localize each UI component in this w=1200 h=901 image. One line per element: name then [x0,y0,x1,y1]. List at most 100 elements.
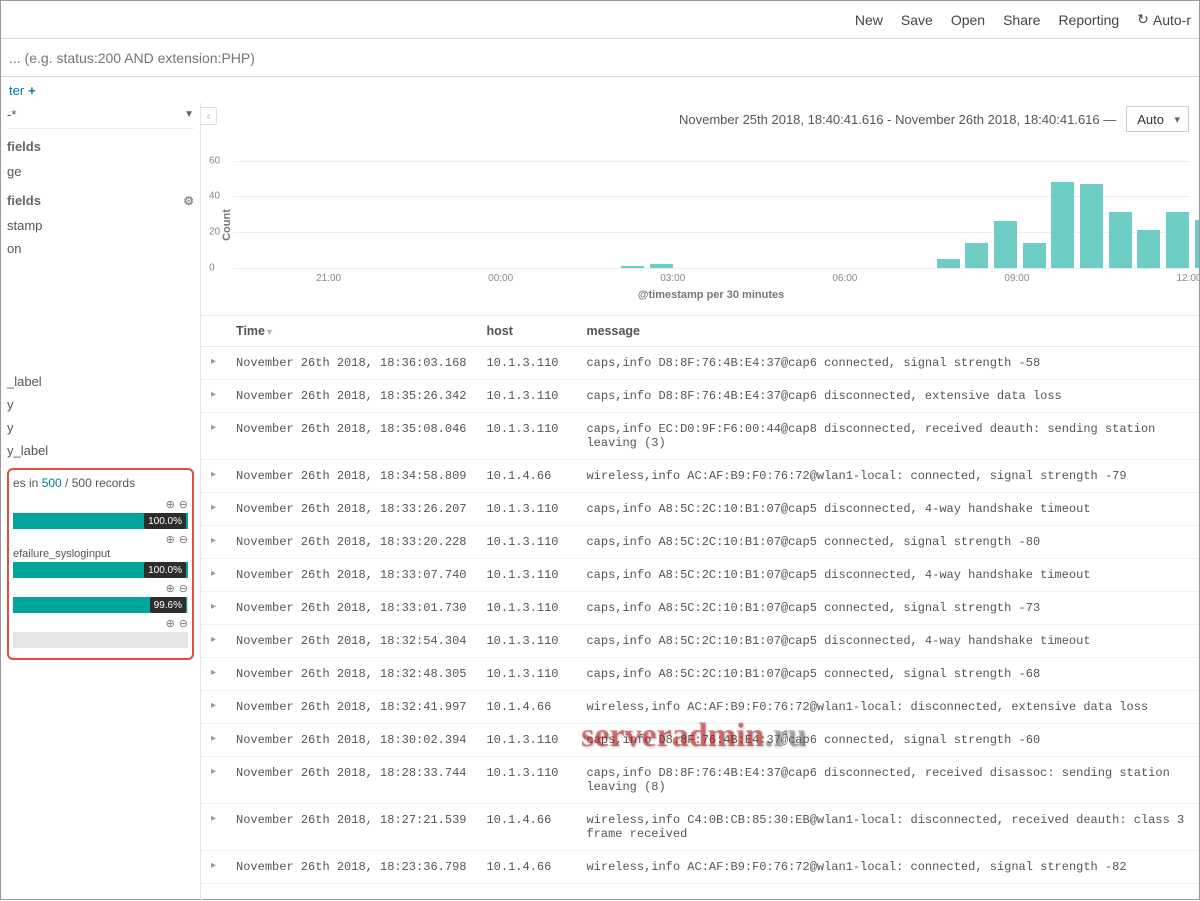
table-row[interactable]: ▸November 26th 2018, 18:35:08.04610.1.3.… [201,413,1199,460]
table-row[interactable]: ▸November 26th 2018, 18:28:33.74410.1.3.… [201,757,1199,804]
chart-bar[interactable] [1051,182,1074,268]
interval-select[interactable]: Auto [1126,106,1189,132]
expand-row-icon[interactable]: ▸ [201,526,226,559]
xtick: 03:00 [660,273,685,284]
field-item[interactable]: y [7,416,194,439]
facet-bar: 100.0% [13,513,188,529]
auto-refresh-button[interactable]: ↻ Auto-r [1137,11,1191,28]
chart-bar[interactable] [1080,184,1103,268]
expand-row-icon[interactable]: ▸ [201,380,226,413]
expand-row-icon[interactable]: ▸ [201,658,226,691]
zoom-in-icon[interactable]: ⊕ [166,617,175,630]
zoom-out-icon[interactable]: ⊖ [179,582,188,595]
expand-row-icon[interactable]: ▸ [201,460,226,493]
zoom-out-icon[interactable]: ⊖ [179,498,188,511]
table-row[interactable]: ▸November 26th 2018, 18:35:26.34210.1.3.… [201,380,1199,413]
expand-row-icon[interactable]: ▸ [201,724,226,757]
cell-message: caps,info D8:8F:76:4B:E4:37@cap6 disconn… [576,380,1199,413]
cell-host: 10.1.3.110 [476,724,576,757]
chart-bar[interactable] [1166,212,1189,268]
facet-row[interactable]: ⊕ ⊖ 100.0% [13,498,188,529]
cell-message: wireless,info AC:AF:B9:F0:76:72@wlan1-lo… [576,851,1199,884]
ytick: 40 [209,191,220,202]
expand-row-icon[interactable]: ▸ [201,493,226,526]
table-row[interactable]: ▸November 26th 2018, 18:33:26.20710.1.3.… [201,493,1199,526]
main-panel: ‹ November 25th 2018, 18:40:41.616 - Nov… [201,103,1199,901]
nav-share[interactable]: Share [1003,12,1040,28]
table-row[interactable]: ▸November 26th 2018, 18:32:54.30410.1.3.… [201,625,1199,658]
field-stats-box: es in 500 / 500 records ⊕⊖100.0%⊕⊖efailu… [7,468,194,660]
nav-reporting[interactable]: Reporting [1058,12,1119,28]
zoom-in-icon[interactable]: ⊕ [166,582,175,595]
sidebar: -* ▼ fields ge fields ⚙ stamp on _label … [1,103,201,901]
cell-time: November 26th 2018, 18:36:03.168 [226,347,476,380]
expand-row-icon[interactable]: ▸ [201,691,226,724]
nav-open[interactable]: Open [951,12,985,28]
chart-bar[interactable] [1195,220,1199,268]
xtick: 00:00 [488,273,513,284]
filter-label: ter [9,83,24,98]
chart-bar[interactable] [994,221,1017,268]
cell-time: November 26th 2018, 18:28:33.744 [226,757,476,804]
expand-row-icon[interactable]: ▸ [201,757,226,804]
table-row[interactable]: ▸November 26th 2018, 18:23:36.79810.1.4.… [201,851,1199,884]
field-item[interactable]: y_label [7,439,194,462]
nav-save[interactable]: Save [901,12,933,28]
chart-bar[interactable] [1023,243,1046,268]
chart-bar[interactable] [1109,212,1132,268]
expand-row-icon[interactable]: ▸ [201,804,226,851]
table-row[interactable]: ▸November 26th 2018, 18:27:21.53910.1.4.… [201,804,1199,851]
search-input[interactable] [9,50,1191,66]
index-pattern-select[interactable]: -* [7,107,16,122]
zoom-in-icon[interactable]: ⊕ [166,498,175,511]
chart-bar[interactable] [621,266,644,268]
histogram[interactable]: Count 0204060 21:0000:0003:0006:0009:001… [201,135,1199,315]
results-table[interactable]: Time▾ host message ▸November 26th 2018, … [201,315,1199,901]
cell-time: November 26th 2018, 18:34:58.809 [226,460,476,493]
zoom-out-icon[interactable]: ⊖ [179,617,188,630]
cell-host: 10.1.3.110 [476,493,576,526]
table-row[interactable]: ▸November 26th 2018, 18:36:03.16810.1.3.… [201,347,1199,380]
chart-bar[interactable] [965,243,988,268]
zoom-out-icon[interactable]: ⊖ [179,533,188,546]
facet-row[interactable]: ⊕⊖ [13,617,188,648]
facet-row[interactable]: ⊕⊖99.6% [13,582,188,613]
collapse-sidebar-button[interactable]: ‹ [201,107,217,125]
field-item[interactable]: y [7,393,194,416]
field-item[interactable]: _label [7,370,194,393]
cell-time: November 26th 2018, 18:23:36.798 [226,851,476,884]
cell-message: caps,info D8:8F:76:4B:E4:37@cap6 connect… [576,724,1199,757]
expand-row-icon[interactable]: ▸ [201,592,226,625]
field-item[interactable]: ge [7,160,194,183]
expand-row-icon[interactable]: ▸ [201,625,226,658]
chart-xlabel: @timestamp per 30 minutes [233,289,1189,301]
gear-icon[interactable]: ⚙ [183,194,194,208]
chart-bar[interactable] [937,259,960,268]
col-host[interactable]: host [476,316,576,347]
expand-row-icon[interactable]: ▸ [201,851,226,884]
nav-new[interactable]: New [855,12,883,28]
expand-row-icon[interactable]: ▸ [201,347,226,380]
table-row[interactable]: ▸November 26th 2018, 18:34:58.80910.1.4.… [201,460,1199,493]
field-item[interactable]: stamp [7,214,194,237]
chart-bar[interactable] [650,264,673,268]
facet-row[interactable]: ⊕⊖efailure_sysloginput100.0% [13,533,188,578]
facet-pct: 100.0% [144,562,186,578]
expand-row-icon[interactable]: ▸ [201,559,226,592]
zoom-in-icon[interactable]: ⊕ [166,533,175,546]
table-row[interactable]: ▸November 26th 2018, 18:32:48.30510.1.3.… [201,658,1199,691]
table-row[interactable]: ▸November 26th 2018, 18:32:41.99710.1.4.… [201,691,1199,724]
table-row[interactable]: ▸November 26th 2018, 18:33:07.74010.1.3.… [201,559,1199,592]
add-filter-button[interactable]: + [28,83,36,98]
field-item[interactable]: on [7,237,194,260]
col-time[interactable]: Time▾ [226,316,476,347]
cell-message: caps,info EC:D0:9F:F6:00:44@cap8 disconn… [576,413,1199,460]
table-row[interactable]: ▸November 26th 2018, 18:33:20.22810.1.3.… [201,526,1199,559]
filter-bar: ter + [1,77,1199,103]
chart-bar[interactable] [1137,230,1160,268]
table-row[interactable]: ▸November 26th 2018, 18:30:02.39410.1.3.… [201,724,1199,757]
cell-time: November 26th 2018, 18:33:20.228 [226,526,476,559]
expand-row-icon[interactable]: ▸ [201,413,226,460]
col-message[interactable]: message [576,316,1199,347]
table-row[interactable]: ▸November 26th 2018, 18:33:01.73010.1.3.… [201,592,1199,625]
